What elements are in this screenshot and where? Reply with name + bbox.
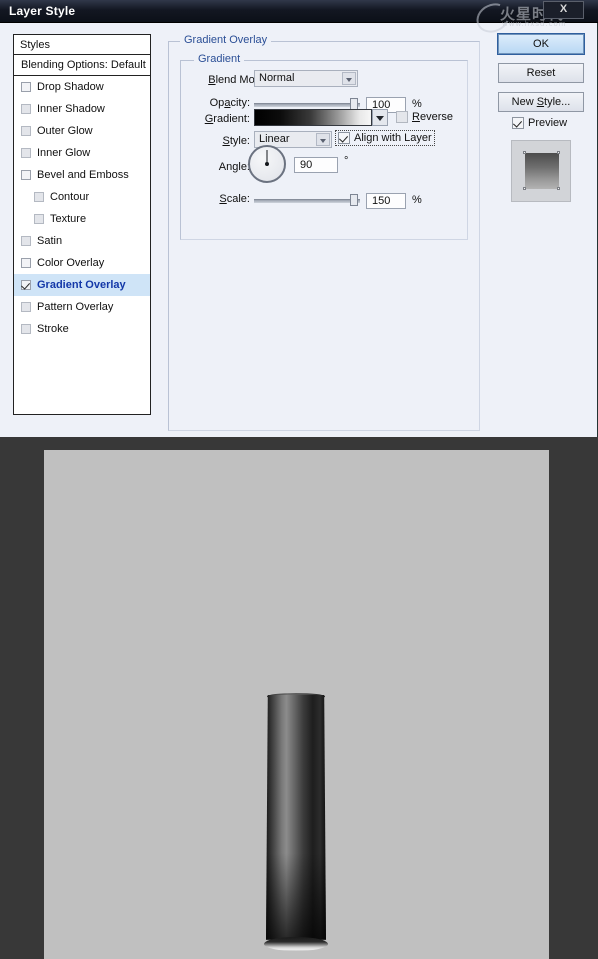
opacity-slider-track[interactable] (254, 103, 360, 107)
layer-style-dialog: Layer Style 火星时代 www.hxsd.com X Styles B… (0, 0, 598, 437)
styles-list-panel: Styles Blending Options: Default Drop Sh… (13, 34, 151, 415)
styles-item-label: Outer Glow (37, 125, 93, 137)
styles-list-item[interactable]: Texture (14, 208, 150, 230)
style-label: Style: (222, 135, 250, 147)
cylinder-base-ellipse (264, 937, 328, 951)
styles-item-label: Satin (37, 235, 63, 247)
scale-label: Scale: (219, 193, 250, 205)
reset-button[interactable]: Reset (498, 63, 584, 83)
styles-item-label: Bevel and Emboss (37, 169, 129, 181)
chevron-down-icon[interactable] (342, 72, 356, 85)
styles-list-item[interactable]: Gradient Overlay (14, 274, 150, 296)
styles-item-label: Inner Glow (37, 147, 91, 159)
scale-unit: % (412, 194, 422, 206)
styles-list-item[interactable]: Contour (14, 186, 150, 208)
styles-item-checkbox[interactable] (21, 280, 31, 290)
styles-item-checkbox[interactable] (21, 258, 31, 268)
screen: Layer Style 火星时代 www.hxsd.com X Styles B… (0, 0, 598, 959)
close-icon[interactable]: X (543, 1, 584, 19)
scale-slider-track[interactable] (254, 199, 360, 203)
styles-list-item[interactable]: Inner Glow (14, 142, 150, 164)
preview-handle (523, 151, 526, 154)
style-value: Linear (259, 133, 290, 145)
styles-item-label: Stroke (37, 323, 69, 335)
dialog-titlebar[interactable]: Layer Style 火星时代 www.hxsd.com X (0, 0, 598, 38)
gradient-picker-chevron-icon[interactable] (372, 109, 388, 126)
styles-item-checkbox[interactable] (21, 302, 31, 312)
styles-item-checkbox[interactable] (21, 126, 31, 136)
angle-input[interactable]: 90 (294, 157, 338, 173)
ok-button[interactable]: OK (497, 33, 585, 55)
styles-item-container: Drop Shadow Inner Shadow Outer Glow Inner G… (14, 76, 150, 340)
preview-label: Preview (528, 117, 568, 129)
angle-label: Angle: (218, 161, 250, 173)
preview-handle (523, 187, 526, 190)
preview-checkbox-box[interactable] (512, 117, 524, 129)
styles-list-item[interactable]: Stroke (14, 318, 150, 340)
styles-item-label: Gradient Overlay (37, 279, 126, 291)
blending-options-row[interactable]: Blending Options: Default (14, 55, 150, 76)
styles-item-checkbox[interactable] (34, 214, 44, 224)
styles-list-item[interactable]: Color Overlay (14, 252, 150, 274)
page-title: Layer Style (9, 4, 76, 18)
angle-dial[interactable] (248, 145, 286, 183)
preview-handle (557, 187, 560, 190)
styles-list-item[interactable]: Outer Glow (14, 120, 150, 142)
new-style-button[interactable]: New Style... (498, 92, 584, 112)
styles-item-checkbox[interactable] (21, 324, 31, 334)
blend-mode-select[interactable]: Normal (254, 70, 358, 87)
styles-item-label: Texture (50, 213, 87, 225)
align-with-layer-label: Align with Layer (354, 132, 432, 144)
chevron-down-icon[interactable] (316, 133, 330, 146)
styles-item-checkbox[interactable] (21, 170, 31, 180)
styles-list-item[interactable]: Inner Shadow (14, 98, 150, 120)
styles-list-item[interactable]: Pattern Overlay (14, 296, 150, 318)
angle-unit: ° (344, 155, 349, 167)
gradient-group-box (180, 60, 468, 240)
opacity-unit: % (412, 98, 422, 110)
style-preview-thumbnail (511, 140, 571, 202)
styles-item-label: Inner Shadow (37, 103, 105, 115)
align-with-layer-checkbox[interactable]: Align with Layer (335, 130, 435, 146)
styles-list-item[interactable]: Satin (14, 230, 150, 252)
watermark-url: www.hxsd.com (502, 20, 567, 28)
blending-options-label: Blending Options: Default (21, 59, 146, 71)
reverse-checkbox-box[interactable] (396, 111, 408, 123)
section-title: Gradient Overlay (180, 34, 272, 46)
align-with-layer-checkbox-box[interactable] (338, 132, 350, 144)
styles-item-checkbox[interactable] (34, 192, 44, 202)
styles-item-label: Contour (50, 191, 90, 203)
opacity-label: Opacity: (209, 97, 250, 109)
gradient-group-title: Gradient (194, 53, 245, 65)
gradient-overlay-settings: Gradient Overlay Gradient Blend Mode: No… (168, 34, 480, 431)
styles-item-label: Pattern Overlay (37, 301, 114, 313)
document-canvas[interactable] (44, 450, 549, 959)
preview-checkbox[interactable]: Preview (512, 117, 567, 129)
angle-dial-hub (265, 162, 269, 166)
preview-gradient-square (525, 153, 559, 189)
cylinder-shape[interactable] (266, 695, 326, 940)
styles-list-item[interactable]: Drop Shadow (14, 76, 150, 98)
watermark-swoosh-icon (471, 0, 515, 38)
scale-slider-thumb[interactable] (350, 194, 358, 206)
blend-mode-value: Normal (259, 72, 295, 84)
gradient-label: Gradient: (204, 113, 250, 125)
styles-item-checkbox[interactable] (21, 82, 31, 92)
styles-item-checkbox[interactable] (21, 236, 31, 246)
styles-item-checkbox[interactable] (21, 148, 31, 158)
preview-handle (557, 151, 560, 154)
styles-item-label: Drop Shadow (37, 81, 104, 93)
styles-header[interactable]: Styles (14, 35, 150, 55)
reverse-checkbox[interactable]: Reverse (396, 111, 453, 123)
gradient-swatch[interactable] (254, 109, 372, 126)
scale-input[interactable]: 150 (366, 193, 406, 209)
photoshop-workspace (0, 437, 598, 959)
styles-item-label: Color Overlay (37, 257, 105, 269)
styles-list-item[interactable]: Bevel and Emboss (14, 164, 150, 186)
reverse-label: Reverse (412, 111, 453, 123)
styles-item-checkbox[interactable] (21, 104, 31, 114)
